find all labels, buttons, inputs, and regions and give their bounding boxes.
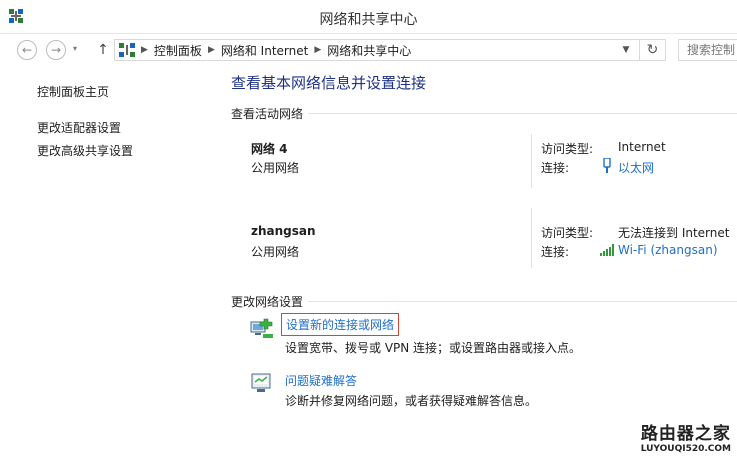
address-dropdown-button[interactable]: ▼ [617, 40, 635, 60]
back-button[interactable]: ← [17, 40, 37, 60]
watermark-title: 路由器之家 [640, 424, 731, 444]
network-name: 网络 4 [251, 142, 288, 156]
access-type-label: 访问类型: [541, 226, 594, 240]
breadcrumb-control-panel[interactable]: 控制面板 [154, 42, 202, 59]
search-input[interactable]: 搜索控制 [678, 39, 737, 61]
network-type-link[interactable]: 公用网络 [251, 159, 299, 176]
chevron-down-icon: ▼ [622, 45, 630, 55]
control-panel-icon [119, 43, 135, 57]
navigation-bar: ← → ▾ ↑ ▶ 控制面板 ▶ 网络和 Internet ▶ 网络和共享中心 … [0, 34, 737, 66]
change-adapter-settings-link[interactable]: 更改适配器设置 [37, 119, 121, 136]
connection-label: 连接: [541, 161, 570, 175]
network-type-link[interactable]: 公用网络 [251, 243, 299, 260]
setup-new-connection-link[interactable]: 设置新的连接或网络 [281, 313, 400, 336]
access-type-value: Internet [618, 140, 666, 154]
control-panel-home-link[interactable]: 控制面板主页 [37, 83, 109, 100]
forward-button[interactable]: → [46, 40, 66, 60]
new-connection-icon [250, 318, 273, 338]
access-type-label: 访问类型: [541, 142, 594, 156]
page-title: 查看基本网络信息并设置连接 [231, 74, 427, 92]
setup-new-connection-desc: 设置宽带、拨号或 VPN 连接；或设置路由器或接入点。 [285, 341, 582, 355]
breadcrumb-separator-icon[interactable]: ▶ [314, 45, 321, 55]
section-divider [308, 113, 737, 114]
network-name: zhangsan [251, 224, 316, 238]
troubleshoot-desc: 诊断并修复网络问题，或者获得疑难解答信息。 [285, 394, 538, 408]
connection-label: 连接: [541, 245, 570, 259]
refresh-icon: ↻ [646, 42, 659, 58]
arrow-right-icon: → [50, 43, 62, 57]
recent-locations-chevron-icon[interactable]: ▾ [73, 44, 77, 53]
change-advanced-sharing-link[interactable]: 更改高级共享设置 [37, 142, 133, 159]
wifi-connection-link[interactable]: Wi-Fi (zhangsan) [618, 243, 718, 257]
active-networks-heading: 查看活动网络 [231, 107, 304, 121]
arrow-up-icon: ↑ [97, 42, 109, 58]
arrow-left-icon: ← [21, 43, 33, 57]
breadcrumb-separator-icon[interactable]: ▶ [208, 45, 215, 55]
wifi-signal-icon [600, 244, 614, 256]
watermark-logo: 路由器之家 LUYOUQI520.COM [641, 419, 731, 454]
troubleshoot-link[interactable]: 问题疑难解答 [285, 372, 357, 389]
refresh-button[interactable]: ↻ [639, 40, 665, 60]
up-button[interactable]: ↑ [96, 40, 110, 60]
watermark-url: LUYOUQI520.COM [640, 444, 731, 454]
breadcrumb-network-sharing-center[interactable]: 网络和共享中心 [327, 42, 411, 59]
access-type-value: 无法连接到 Internet [618, 226, 730, 240]
ethernet-connection-link[interactable]: 以太网 [618, 159, 654, 176]
title-bar: 网络和共享中心 [0, 0, 737, 34]
section-divider [308, 301, 737, 302]
troubleshoot-icon [251, 373, 271, 392]
breadcrumb-separator-icon[interactable]: ▶ [141, 45, 148, 55]
address-bar[interactable]: ▶ 控制面板 ▶ 网络和 Internet ▶ 网络和共享中心 ▼ ↻ [114, 39, 666, 61]
main-content: 查看基本网络信息并设置连接 查看活动网络 网络 4 公用网络 访问类型: Int… [220, 66, 737, 458]
network-divider [531, 134, 532, 188]
ethernet-icon [603, 158, 611, 173]
breadcrumb-network-internet[interactable]: 网络和 Internet [221, 42, 308, 59]
window-title: 网络和共享中心 [319, 12, 418, 28]
network-divider [531, 208, 532, 268]
left-nav-pane: 控制面板主页 更改适配器设置 更改高级共享设置 [0, 66, 220, 458]
change-settings-heading: 更改网络设置 [231, 295, 304, 309]
